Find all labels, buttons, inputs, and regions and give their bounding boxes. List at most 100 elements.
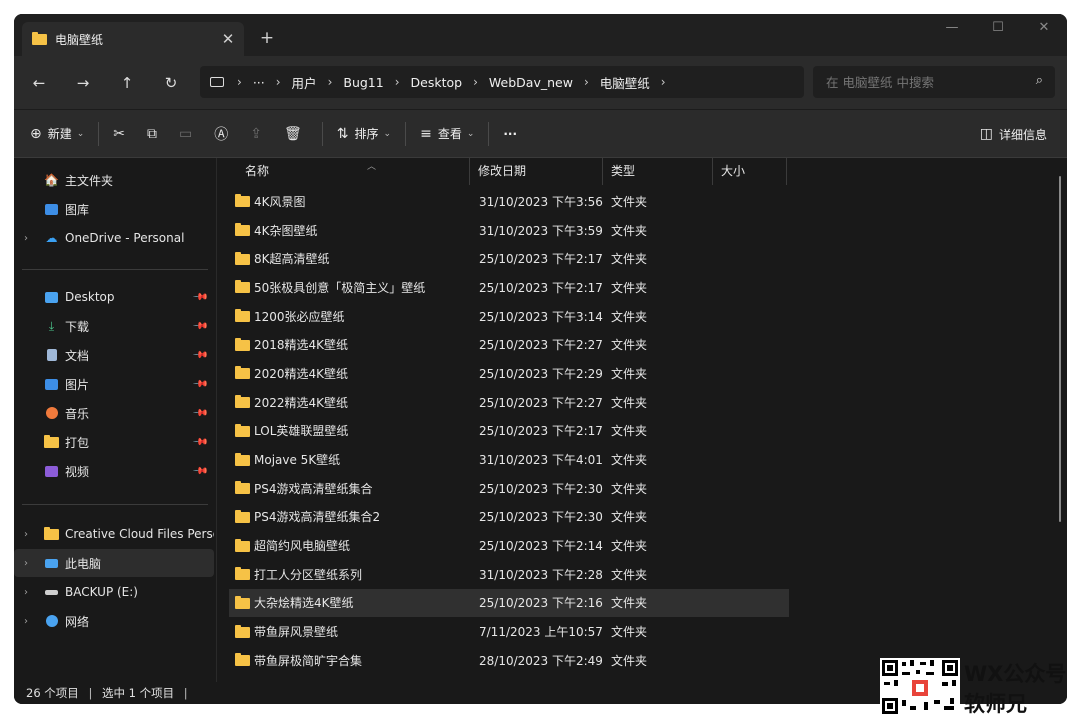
view-button[interactable]: ≡ 查看 ⌄: [412, 118, 482, 150]
breadcrumb-webdav[interactable]: WebDav_new: [489, 75, 573, 90]
close-window-button[interactable]: ✕: [1021, 14, 1067, 44]
pin-icon[interactable]: 📌: [191, 405, 208, 422]
sidebar-item-pack[interactable]: 打包 📌: [14, 428, 214, 456]
file-row[interactable]: 大杂烩精选4K壁纸 25/10/2023 下午2:16 文件夹: [229, 588, 789, 618]
chevron-right-icon[interactable]: ›: [24, 587, 28, 598]
file-name-cell[interactable]: 带鱼屏风景壁纸: [229, 623, 472, 640]
sidebar-item-onedrive[interactable]: › ☁ OneDrive - Personal: [14, 224, 214, 252]
column-header-size[interactable]: 大小: [713, 158, 787, 185]
file-row[interactable]: 带鱼屏风景壁纸 7/11/2023 上午10:57 文件夹: [229, 617, 789, 646]
details-button[interactable]: ◫ 详细信息: [972, 118, 1055, 150]
chevron-right-icon[interactable]: ›: [24, 616, 28, 627]
file-row[interactable]: 2020精选4K壁纸 25/10/2023 下午2:29 文件夹: [229, 359, 789, 388]
file-name-cell[interactable]: PS4游戏高清壁纸集合2: [229, 508, 472, 525]
file-name-cell[interactable]: 1200张必应壁纸: [229, 308, 472, 325]
file-name-cell[interactable]: 超简约风电脑壁纸: [229, 537, 472, 554]
close-tab-icon[interactable]: ✕: [216, 30, 240, 48]
file-name-cell[interactable]: 4K风景图: [229, 193, 472, 210]
file-row[interactable]: 2022精选4K壁纸 25/10/2023 下午2:27 文件夹: [229, 388, 789, 417]
file-name-cell[interactable]: 带鱼屏极简旷宇合集: [229, 652, 472, 669]
file-name-cell[interactable]: 2022精选4K壁纸: [229, 394, 472, 411]
sidebar-item-network[interactable]: › 网络: [14, 607, 214, 635]
file-row[interactable]: 8K超高清壁纸 25/10/2023 下午2:17 文件夹: [229, 244, 789, 273]
pin-icon[interactable]: 📌: [191, 347, 208, 364]
sort-button[interactable]: ⇅ 排序 ⌄: [329, 118, 399, 150]
cut-button[interactable]: ✂: [105, 118, 139, 150]
file-row[interactable]: Mojave 5K壁纸 31/10/2023 下午4:01 文件夹: [229, 445, 789, 474]
pin-icon[interactable]: 📌: [191, 318, 208, 335]
file-name-cell[interactable]: 2018精选4K壁纸: [229, 336, 472, 353]
new-tab-button[interactable]: +: [254, 26, 280, 50]
column-header-name[interactable]: 名称 ︿: [237, 158, 470, 185]
sidebar-item-videos[interactable]: 视频 📌: [14, 457, 214, 485]
column-header-date[interactable]: 修改日期: [470, 158, 603, 185]
tab-current-folder[interactable]: 电脑壁纸 ✕: [22, 22, 244, 56]
search-icon[interactable]: ⌕: [1036, 73, 1043, 88]
sidebar-item-creative-cloud[interactable]: › Creative Cloud Files Personal: [14, 520, 214, 548]
pin-icon[interactable]: 📌: [191, 289, 208, 306]
file-row[interactable]: 超简约风电脑壁纸 25/10/2023 下午2:14 文件夹: [229, 531, 789, 560]
breadcrumb-bug11[interactable]: Bug11: [343, 75, 383, 90]
file-name-cell[interactable]: 8K超高清壁纸: [229, 250, 472, 267]
new-button[interactable]: ⊕ 新建 ⌄: [22, 118, 92, 150]
delete-button[interactable]: 🗑: [276, 118, 316, 150]
maximize-button[interactable]: ☐: [975, 14, 1021, 44]
file-name-cell[interactable]: 50张极具创意「极简主义」壁纸: [229, 279, 472, 296]
sidebar-item-pictures[interactable]: 图片 📌: [14, 370, 214, 398]
file-row[interactable]: 4K杂图壁纸 31/10/2023 下午3:59 文件夹: [229, 216, 789, 245]
details-pane-icon: ◫: [979, 126, 993, 142]
file-row[interactable]: PS4游戏高清壁纸集合2 25/10/2023 下午2:30 文件夹: [229, 503, 789, 532]
sidebar-item-gallery[interactable]: 图库: [14, 195, 214, 223]
file-name-cell[interactable]: 4K杂图壁纸: [229, 222, 472, 239]
pin-icon[interactable]: 📌: [191, 463, 208, 480]
chevron-right-icon[interactable]: ›: [24, 233, 28, 244]
column-header-type[interactable]: 类型: [603, 158, 713, 185]
minimize-button[interactable]: —: [929, 14, 975, 44]
sidebar-item-downloads[interactable]: ⤓ 下载 📌: [14, 312, 214, 340]
breadcrumb-users[interactable]: 用户: [292, 73, 317, 92]
file-name-cell[interactable]: Mojave 5K壁纸: [229, 451, 472, 468]
sidebar-item-desktop[interactable]: Desktop 📌: [14, 283, 214, 311]
file-row[interactable]: 50张极具创意「极简主义」壁纸 25/10/2023 下午2:17 文件夹: [229, 273, 789, 302]
file-row[interactable]: 打工人分区壁纸系列 31/10/2023 下午2:28 文件夹: [229, 560, 789, 589]
file-row[interactable]: 4K风景图 31/10/2023 下午3:56 文件夹: [229, 187, 789, 216]
search-box[interactable]: ⌕: [813, 66, 1055, 98]
search-input[interactable]: [824, 73, 1024, 91]
file-name-cell[interactable]: LOL英雄联盟壁纸: [229, 422, 472, 439]
file-type: 文件夹: [611, 194, 648, 209]
chevron-right-icon[interactable]: ›: [661, 75, 666, 89]
file-name-cell[interactable]: 大杂烩精选4K壁纸: [229, 594, 472, 611]
chevron-right-icon[interactable]: ›: [24, 558, 28, 569]
file-row[interactable]: 带鱼屏极简旷宇合集 28/10/2023 下午2:49 文件夹: [229, 646, 789, 675]
copy-button[interactable]: ⧉: [139, 118, 171, 150]
more-options-button[interactable]: ···: [495, 118, 525, 150]
breadcrumb-overflow[interactable]: ···: [253, 75, 265, 90]
chevron-right-icon[interactable]: ›: [24, 529, 28, 540]
sidebar-item-documents[interactable]: 文档 📌: [14, 341, 214, 369]
file-row[interactable]: 2018精选4K壁纸 25/10/2023 下午2:27 文件夹: [229, 330, 789, 359]
sidebar-item-backup-drive[interactable]: › BACKUP (E:): [14, 578, 214, 606]
up-button[interactable]: ↑: [112, 68, 142, 98]
forward-button[interactable]: →: [68, 68, 98, 98]
pin-icon[interactable]: 📌: [191, 434, 208, 451]
back-button[interactable]: ←: [24, 68, 54, 98]
refresh-button[interactable]: ↻: [156, 68, 186, 98]
share-button[interactable]: ⇪: [242, 118, 276, 150]
file-row[interactable]: PS4游戏高清壁纸集合 25/10/2023 下午2:30 文件夹: [229, 474, 789, 503]
sidebar-item-music[interactable]: 音乐 📌: [14, 399, 214, 427]
paste-button[interactable]: ▭: [171, 118, 206, 150]
vertical-scrollbar[interactable]: [1059, 176, 1061, 522]
file-name-cell[interactable]: 打工人分区壁纸系列: [229, 566, 472, 583]
file-name-cell[interactable]: 2020精选4K壁纸: [229, 365, 472, 382]
file-row[interactable]: LOL英雄联盟壁纸 25/10/2023 下午2:17 文件夹: [229, 417, 789, 446]
file-row[interactable]: 1200张必应壁纸 25/10/2023 下午3:14 文件夹: [229, 302, 789, 331]
sidebar-item-label: Desktop: [65, 290, 115, 304]
address-bar[interactable]: › ··· › 用户 › Bug11 › Desktop › WebDav_ne…: [200, 66, 804, 98]
rename-button[interactable]: Ⓐ: [206, 118, 242, 150]
sidebar-item-this-pc[interactable]: › 此电脑: [14, 549, 214, 577]
sidebar-item-home[interactable]: 🏠 主文件夹: [14, 166, 214, 194]
file-name-cell[interactable]: PS4游戏高清壁纸集合: [229, 480, 472, 497]
pin-icon[interactable]: 📌: [191, 376, 208, 393]
breadcrumb-desktop[interactable]: Desktop: [411, 75, 463, 90]
breadcrumb-current[interactable]: 电脑壁纸: [600, 73, 650, 92]
